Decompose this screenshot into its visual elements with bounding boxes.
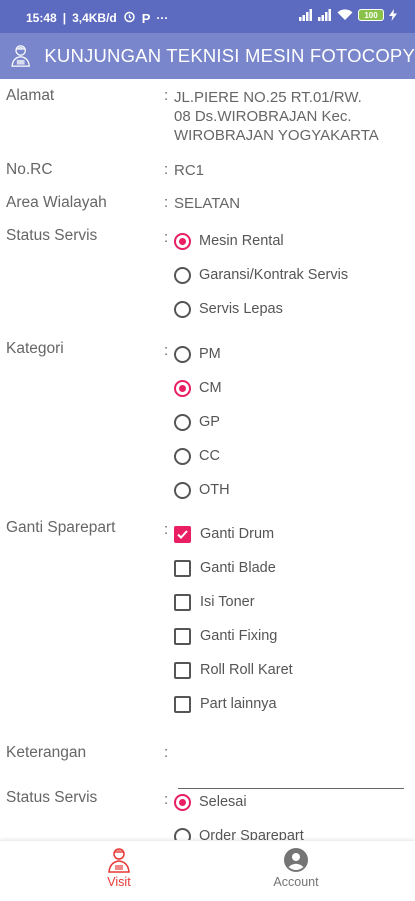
radio-oth[interactable]: OTH: [174, 478, 230, 502]
no-rc-label: No.RC: [6, 161, 53, 178]
alamat-label: Alamat: [6, 87, 55, 104]
area-label: Area Wialayah: [6, 194, 107, 211]
radio-button[interactable]: [174, 379, 191, 397]
radio-button[interactable]: [174, 827, 191, 840]
checkbox-part-lainnya[interactable]: Part lainnya: [174, 692, 277, 716]
status-bar: 15:48 | 3,4KB/d P ··· 100: [0, 0, 415, 33]
radio-servis-lepas[interactable]: Servis Lepas: [174, 297, 283, 321]
keterangan-input[interactable]: [178, 764, 404, 789]
checkbox-isi-toner[interactable]: Isi Toner: [174, 590, 255, 614]
wifi-icon: [337, 9, 353, 20]
no-rc-value: RC1: [174, 162, 205, 179]
radio-button[interactable]: [174, 232, 191, 250]
keterangan-label: Keterangan: [6, 744, 87, 761]
ganti-sparepart-label: Ganti Sparepart: [6, 519, 116, 536]
radio-button[interactable]: [174, 793, 191, 811]
app-bar: KUNJUNGAN TEKNISI MESIN FOTOCOPY: [0, 33, 415, 79]
charging-icon: [389, 9, 397, 21]
radio-button[interactable]: [174, 413, 191, 431]
bottom-navigation: Visit Account: [0, 840, 415, 901]
technician-logo-icon: [11, 45, 30, 67]
visit-form: Alamat : JL.PIERE NO.25 RT.01/RW. 08 Ds.…: [0, 79, 415, 840]
radio-button[interactable]: [174, 345, 191, 363]
checkbox-roll-roll-karet[interactable]: Roll Roll Karet: [174, 658, 293, 682]
signal-icon: [299, 9, 312, 21]
radio-button[interactable]: [174, 266, 191, 284]
network-speed: 3,4KB/d: [72, 11, 117, 25]
alamat-value: JL.PIERE NO.25 RT.01/RW. 08 Ds.WIROBRAJA…: [174, 89, 379, 144]
checkbox-ganti-blade[interactable]: Ganti Blade: [174, 556, 276, 580]
radio-order-sparepart[interactable]: Order Sparepart: [174, 824, 304, 840]
status-time: 15:48: [26, 11, 57, 25]
checkbox-ganti-fixing[interactable]: Ganti Fixing: [174, 624, 277, 648]
checkbox-ganti-drum[interactable]: Ganti Drum: [174, 522, 274, 546]
checkbox[interactable]: [174, 559, 191, 577]
radio-cm[interactable]: CM: [174, 376, 222, 400]
radio-cc[interactable]: CC: [174, 444, 220, 468]
app-notification-icon: P: [141, 10, 151, 26]
checkbox[interactable]: [174, 695, 191, 713]
checkbox[interactable]: [174, 661, 191, 679]
area-value: SELATAN: [174, 195, 241, 212]
signal-icon-2: [318, 9, 331, 21]
status-servis-label: Status Servis: [6, 227, 98, 244]
alarm-icon: [123, 10, 136, 26]
kategori-label: Kategori: [6, 340, 64, 357]
nav-visit[interactable]: Visit: [59, 847, 179, 889]
checkbox[interactable]: [174, 593, 191, 611]
account-circle-icon: [284, 848, 308, 872]
more-notifications: ···: [156, 11, 169, 25]
battery-icon: 100: [358, 9, 384, 21]
radio-selesai[interactable]: Selesai: [174, 790, 247, 814]
technician-icon: [108, 848, 130, 873]
checkbox[interactable]: [174, 627, 191, 645]
radio-button[interactable]: [174, 481, 191, 499]
status-servis-2-label: Status Servis: [6, 789, 98, 806]
radio-garansi-kontrak[interactable]: Garansi/Kontrak Servis: [174, 263, 348, 287]
radio-button[interactable]: [174, 447, 191, 465]
radio-pm[interactable]: PM: [174, 342, 221, 366]
radio-gp[interactable]: GP: [174, 410, 220, 434]
radio-mesin-rental[interactable]: Mesin Rental: [174, 229, 284, 253]
nav-account[interactable]: Account: [236, 847, 356, 889]
radio-button[interactable]: [174, 300, 191, 318]
app-title: KUNJUNGAN TEKNISI MESIN FOTOCOPY: [44, 45, 415, 66]
checkbox[interactable]: [174, 525, 191, 543]
